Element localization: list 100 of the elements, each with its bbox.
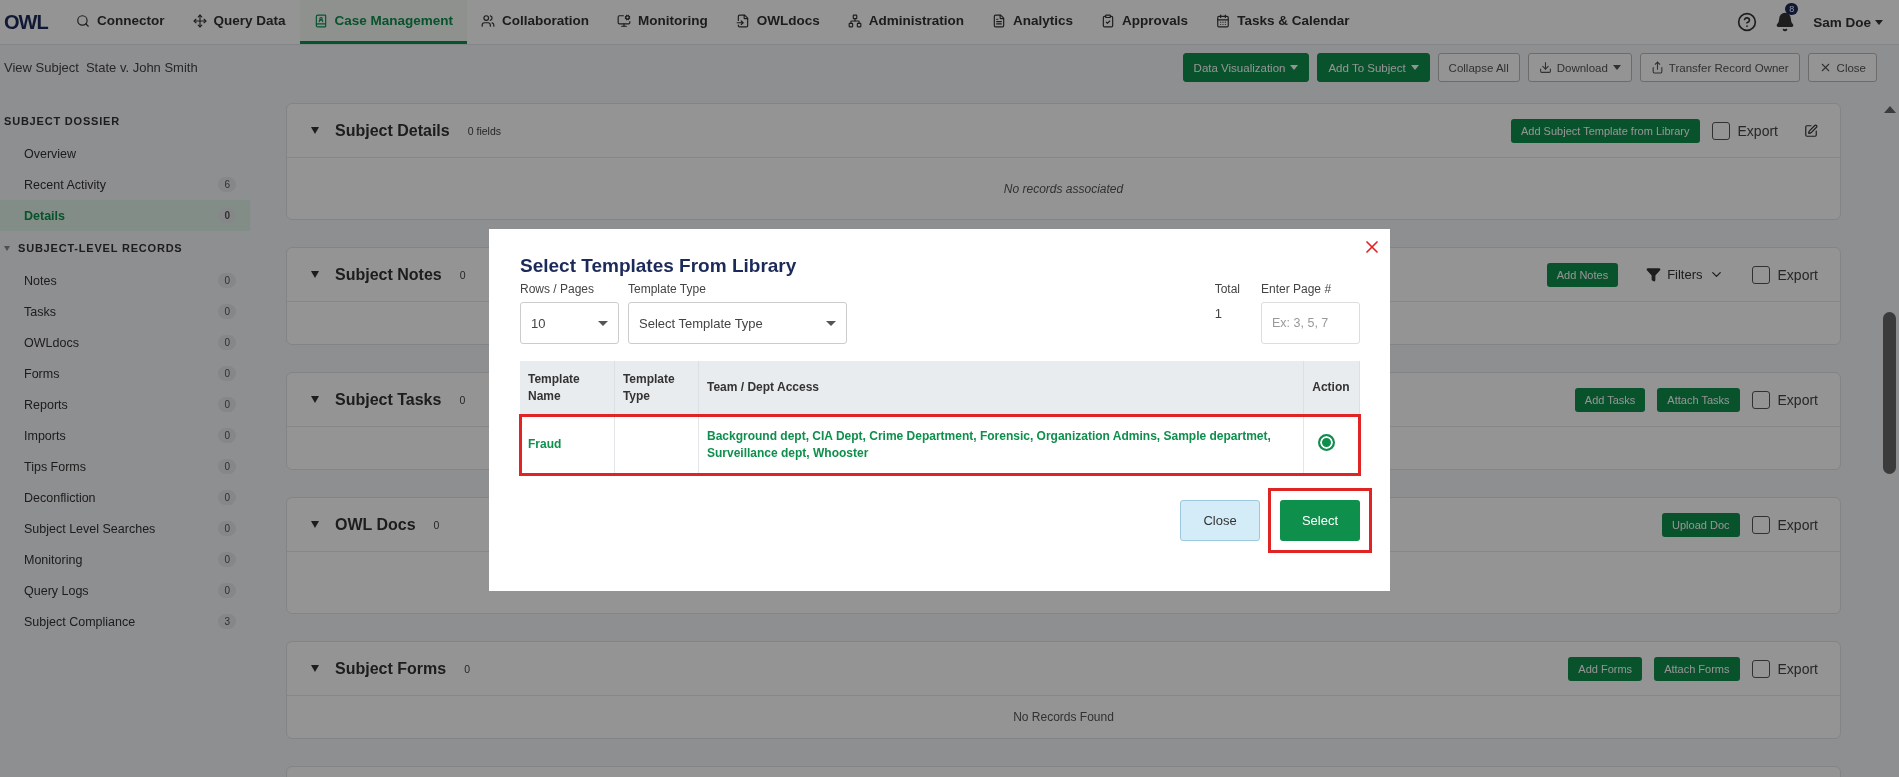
toolbar-button[interactable]: Data Visualization	[1182, 53, 1310, 82]
toolbar-button[interactable]: Collapse All	[1437, 53, 1520, 82]
action-button[interactable]: Add Forms	[1568, 656, 1643, 681]
sidebar-item[interactable]: Forms 0	[0, 358, 250, 389]
select-button[interactable]: Select	[1280, 500, 1360, 541]
action-button[interactable]: Upload Doc	[1662, 512, 1740, 537]
caret-icon[interactable]	[4, 245, 10, 251]
caret-icon	[1410, 65, 1419, 70]
card-title: Subject Tasks	[335, 390, 442, 409]
card-title: OWL Docs	[335, 515, 416, 534]
count-badge: 0	[218, 428, 236, 443]
export-checkbox[interactable]	[1751, 265, 1770, 284]
document-icon	[992, 13, 1007, 28]
export-checkbox[interactable]	[1751, 659, 1770, 678]
nav-tab[interactable]: Query Data	[178, 0, 300, 44]
toolbar-button[interactable]: Download	[1527, 53, 1632, 82]
sidebar-item[interactable]: Notes 0	[0, 265, 250, 296]
toolbar-button[interactable]: Add To Subject	[1317, 53, 1430, 82]
template-type-select[interactable]: Select Template Type	[628, 302, 847, 344]
sidebar-item-label: Reports	[24, 397, 68, 412]
export-checkbox[interactable]	[1751, 390, 1770, 409]
export-checkbox[interactable]	[1751, 515, 1770, 534]
export-checkbox[interactable]	[1711, 121, 1730, 140]
subject-name: State v. John Smith	[85, 60, 198, 75]
table-row[interactable]: Fraud Background dept, CIA Dept, Crime Department, Forensic, Organization Admins, Sample departmet, Surveillance dept, Whooster	[520, 415, 1360, 475]
close-button[interactable]: Close	[1180, 500, 1260, 541]
sidebar-item[interactable]: Subject Compliance 3	[0, 606, 250, 637]
action-button[interactable]: Add Subject Template from Library	[1511, 118, 1700, 143]
count-badge: 0	[218, 335, 236, 350]
action-button[interactable]: Attach Forms	[1654, 656, 1740, 681]
action-button[interactable]: Add Tasks	[1574, 387, 1646, 412]
logo: OWL	[4, 9, 49, 35]
action-button[interactable]: Attach Tasks	[1657, 387, 1740, 412]
collapse-toggle-icon[interactable]	[311, 665, 319, 672]
user-menu[interactable]: Sam Doe	[1813, 14, 1883, 30]
collapse-toggle-icon[interactable]	[311, 521, 319, 528]
card-count: 0 fields	[467, 124, 501, 137]
nav-tab[interactable]: Case Management	[299, 0, 468, 44]
bell-icon[interactable]	[1775, 12, 1796, 32]
card-count: 0	[433, 518, 440, 531]
sidebar-item[interactable]: OWLdocs 0	[0, 327, 250, 358]
sidebar-item[interactable]: Imports 0	[0, 420, 250, 451]
nav-tab[interactable]: OWLdocs	[721, 0, 834, 44]
export-label: Export	[1777, 391, 1818, 408]
contact-book-icon	[313, 13, 328, 28]
filters-button[interactable]: Filters	[1640, 266, 1730, 283]
field-label: Template Type	[628, 282, 707, 296]
table-cell: Background dept, CIA Dept, Crime Department, Forensic, Organization Admins, Sample departmet, Surveillance dept, Whooster	[698, 415, 1304, 475]
sidebar-item[interactable]: Query Logs 0	[0, 575, 250, 606]
filter-icon	[1646, 267, 1662, 282]
radio-button[interactable]	[1318, 433, 1336, 451]
sidebar-item-label: Forms	[24, 366, 60, 381]
collapse-toggle-icon[interactable]	[311, 396, 319, 403]
nav-tab[interactable]: Collaboration	[467, 0, 604, 44]
sidebar-item[interactable]: Tasks 0	[0, 296, 250, 327]
count-badge: 0	[218, 273, 236, 288]
nav-tab[interactable]: Connector	[62, 0, 179, 44]
count-badge: 0	[218, 490, 236, 505]
download-icon	[1538, 61, 1552, 74]
table-cell: Fraud	[520, 415, 615, 475]
notification-badge: 8	[1785, 3, 1799, 15]
count-badge: 0	[218, 208, 236, 223]
toolbar-button[interactable]: Close	[1807, 53, 1877, 82]
sidebar-item-label: Subject Level Searches	[24, 521, 156, 536]
sidebar-item[interactable]: Details 0	[0, 200, 250, 231]
count-badge: 0	[218, 366, 236, 381]
card-count: 0	[459, 393, 466, 406]
collapse-toggle-icon[interactable]	[311, 271, 319, 278]
nav-tab[interactable]: Monitoring	[603, 0, 722, 44]
sidebar-item[interactable]: Subject Level Searches 0	[0, 513, 250, 544]
field-label: Enter Page #	[1261, 282, 1333, 296]
sidebar-item-label: Imports	[24, 428, 66, 443]
nav-tab[interactable]: Approvals	[1087, 0, 1203, 44]
share-icon	[1650, 61, 1664, 74]
sidebar-item[interactable]: Monitoring 0	[0, 544, 250, 575]
sidebar-item[interactable]: Deconfliction 0	[0, 482, 250, 513]
file-import-icon	[735, 13, 750, 28]
help-icon[interactable]	[1737, 12, 1758, 32]
sidebar-item-label: Overview	[24, 146, 77, 161]
sidebar-item[interactable]: Overview	[0, 138, 250, 169]
nav-tab[interactable]: Tasks & Calendar	[1202, 0, 1364, 44]
sidebar-item-label: Query Logs	[24, 583, 89, 598]
sidebar-item[interactable]: Reports 0	[0, 389, 250, 420]
sidebar-item-label: Notes	[24, 273, 57, 288]
nav-tab[interactable]: Administration	[833, 0, 979, 44]
nav-tab[interactable]: Analytics	[978, 0, 1088, 44]
sidebar-item-label: Tips Forms	[24, 459, 87, 474]
toolbar-button[interactable]: Transfer Record Owner	[1639, 53, 1800, 82]
sidebar-item[interactable]: Tips Forms 0	[0, 451, 250, 482]
page-number-field[interactable]: Ex: 3, 5, 7	[1261, 302, 1360, 344]
calendar-icon	[1216, 13, 1231, 28]
sidebar-item[interactable]: Recent Activity 6	[0, 169, 250, 200]
scroll-up-icon[interactable]	[1884, 106, 1896, 113]
section-title: SUBJECT DOSSIER	[4, 115, 120, 127]
action-button[interactable]: Add Notes	[1546, 262, 1619, 287]
scrollbar-thumb[interactable]	[1883, 312, 1896, 474]
rows-per-page-select[interactable]: 10	[520, 302, 619, 344]
collapse-toggle-icon[interactable]	[311, 127, 319, 134]
sidebar-item-label: Tasks	[24, 304, 56, 319]
edit-icon[interactable]	[1804, 123, 1818, 138]
